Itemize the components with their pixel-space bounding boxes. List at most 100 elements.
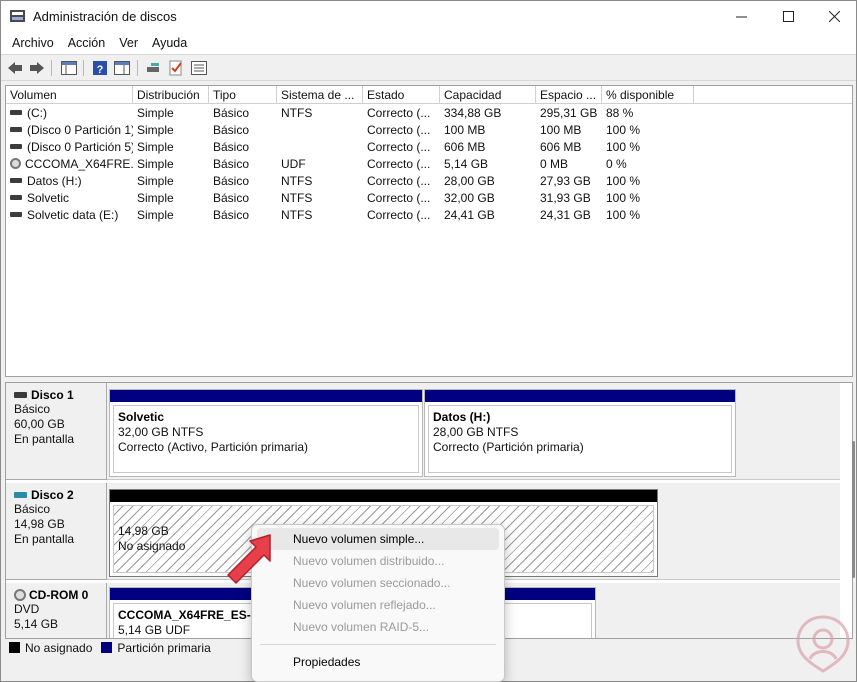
volume-icon [10, 195, 22, 201]
console-tree-icon [61, 61, 77, 75]
cell-pct: 100 % [606, 174, 641, 188]
disk-pane-scrollbar[interactable] [852, 441, 855, 578]
cell-fs: NTFS [281, 174, 313, 188]
disk-2-label[interactable]: Disco 2 Básico 14,98 GB En pantalla [6, 483, 107, 580]
minimize-icon [735, 16, 747, 17]
help-button[interactable]: ? [91, 59, 109, 77]
cell-pct: 0 % [606, 157, 627, 171]
cell-free: 27,93 GB [540, 174, 591, 188]
show-hide-console-tree-button[interactable] [60, 59, 78, 77]
cell-type: Básico [213, 106, 250, 120]
cdrom-0-label[interactable]: CD-ROM 0 DVD 5,14 GB [6, 583, 107, 638]
toolbar-separator [51, 60, 52, 76]
column-header-espacio[interactable]: Espacio ... [536, 86, 602, 104]
table-row[interactable]: Datos (H:) Simple Básico NTFS Correcto (... 2… [6, 173, 852, 190]
menu-ver[interactable]: Ver [112, 36, 145, 50]
column-header-estado[interactable]: Estado [363, 86, 440, 104]
properties-toolbar-button[interactable] [190, 59, 208, 77]
volume-name: Datos (H:) [27, 174, 82, 188]
cell-fs [277, 122, 363, 139]
watermark-logo-icon [796, 615, 850, 673]
cell-status: Correcto (... [367, 174, 431, 188]
volume-name: (Disco 0 Partición 1) [27, 123, 133, 137]
volume-icon [10, 212, 22, 218]
cell-type: Básico [213, 157, 250, 171]
column-header-tipo[interactable]: Tipo [209, 86, 277, 104]
disk-2-name: Disco 2 [31, 488, 74, 502]
forward-button[interactable] [28, 59, 46, 77]
disk-1-label[interactable]: Disco 1 Básico 60,00 GB En pantalla [6, 383, 107, 480]
volume-name: (Disco 0 Partición 5) [27, 140, 133, 154]
table-row[interactable]: CCCOMA_X64FRE... Simple Básico UDF Correcto … [6, 156, 852, 173]
cell-free: 100 MB [540, 123, 582, 137]
menu-item-nuevo-volumen-raid5[interactable]: Nuevo volumen RAID-5... [257, 616, 499, 638]
cd-volume-icon [10, 158, 21, 170]
primary-partition-bar [110, 390, 422, 402]
cell-fs: NTFS [281, 106, 313, 120]
connect-disk-button[interactable] [145, 59, 163, 77]
column-header-volumen[interactable]: Volumen [6, 86, 133, 104]
table-row[interactable]: (Disco 0 Partición 5) Simple Básico Correct… [6, 139, 852, 156]
cell-fs: NTFS [281, 191, 313, 205]
column-header-capacidad[interactable]: Capacidad [440, 86, 536, 104]
cell-pct: 88 % [606, 106, 634, 120]
menu-archivo[interactable]: Archivo [5, 36, 61, 50]
cell-fs: NTFS [281, 208, 313, 222]
partition-solvetic-size: 32,00 GB NTFS [118, 425, 204, 439]
cell-status: Correcto (... [367, 208, 431, 222]
partition-datos-size: 28,00 GB NTFS [433, 425, 519, 439]
disk-2-size: 14,98 GB [14, 517, 65, 531]
menu-item-nuevo-volumen-seccionado[interactable]: Nuevo volumen seccionado... [257, 572, 499, 594]
volume-icon [10, 178, 22, 184]
table-row[interactable]: Solvetic data (E:) Simple Básico NTFS Correc… [6, 207, 852, 224]
table-row[interactable]: Solvetic Simple Básico NTFS Correcto (... 32,… [6, 190, 852, 207]
partition-solvetic-status: Correcto (Activo, Partición primaria) [118, 440, 309, 454]
check-button[interactable] [167, 59, 185, 77]
action-pane-icon [114, 61, 130, 75]
cell-capacity: 5,14 GB [444, 157, 489, 171]
cell-free: 31,93 GB [540, 191, 591, 205]
cell-pct: 100 % [606, 123, 641, 137]
disk-2-type: Básico [14, 502, 51, 516]
cell-layout: Simple [137, 208, 174, 222]
menu-item-nuevo-volumen-simple[interactable]: Nuevo volumen simple... [257, 528, 499, 550]
column-header-distribucion[interactable]: Distribución [133, 86, 209, 104]
cell-name: Solvetic data (E:) [6, 207, 133, 224]
cdrom-0-name: CD-ROM 0 [29, 588, 89, 602]
maximize-button[interactable] [765, 1, 811, 31]
cell-type: Básico [213, 123, 250, 137]
legend-primary-swatch [101, 642, 113, 653]
back-button[interactable] [6, 59, 24, 77]
partition-datos[interactable]: Datos (H:) 28,00 GB NTFS Correcto (Parti… [424, 389, 736, 477]
back-arrow-icon [8, 62, 22, 74]
column-header-sistema[interactable]: Sistema de ... [277, 86, 363, 104]
show-action-pane-button[interactable] [113, 59, 131, 77]
menu-accion[interactable]: Acción [61, 36, 113, 50]
minimize-button[interactable] [718, 1, 764, 31]
partition-solvetic[interactable]: Solvetic 32,00 GB NTFS Correcto (Activo,… [109, 389, 423, 477]
menu-item-nuevo-volumen-reflejado[interactable]: Nuevo volumen reflejado... [257, 594, 499, 616]
hard-disk-icon [14, 392, 27, 398]
menu-item-propiedades[interactable]: Propiedades [257, 651, 499, 673]
cdrom-0-size: 5,14 GB [14, 617, 59, 631]
cell-name: (C:) [6, 105, 133, 122]
cdrom-0-type: DVD [14, 602, 40, 616]
cell-capacity: 334,88 GB [444, 106, 502, 120]
column-header-disponible[interactable]: % disponible [602, 86, 694, 104]
disk-1-name: Disco 1 [31, 388, 74, 402]
close-button[interactable] [811, 1, 857, 31]
checklist-icon [169, 60, 182, 76]
volume-list-pane: Volumen Distribución Tipo Sistema de ...… [5, 85, 853, 377]
table-row[interactable]: (Disco 0 Partición 1) Simple Básico Correct… [6, 122, 852, 139]
cell-pct: 100 % [606, 140, 641, 154]
disk-2-state: En pantalla [14, 532, 75, 546]
cell-type: Básico [213, 174, 250, 188]
cell-pct: 100 % [606, 191, 641, 205]
table-row[interactable]: (C:) Simple Básico NTFS Correcto (... 334,88 … [6, 105, 852, 122]
menu-item-nuevo-volumen-distribuido[interactable]: Nuevo volumen distribuido... [257, 550, 499, 572]
cell-capacity: 606 MB [444, 140, 486, 154]
cell-layout: Simple [137, 106, 174, 120]
volume-icon [10, 110, 22, 116]
menu-ayuda[interactable]: Ayuda [145, 36, 194, 50]
volume-name: CCCOMA_X64FRE... [25, 157, 133, 171]
